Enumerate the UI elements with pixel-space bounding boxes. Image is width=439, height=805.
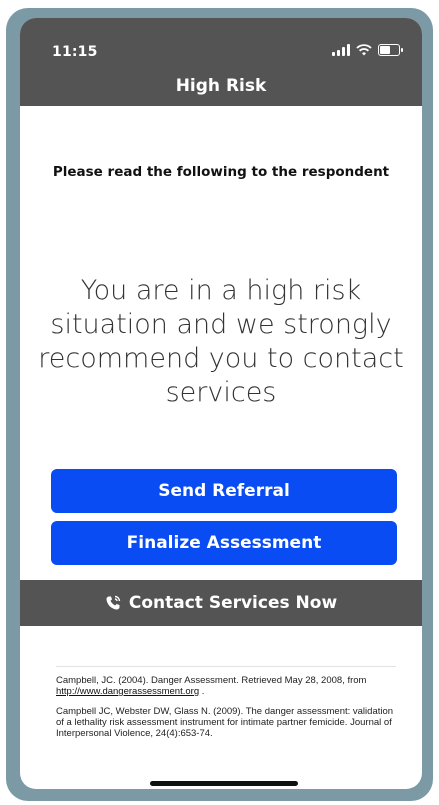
signal-bars-icon [332,44,350,56]
top-bar: 11:15 High Risk [20,18,422,106]
risk-warning-text: You are in a high risk situation and we … [38,275,404,408]
divider [56,666,396,667]
status-icons [332,44,403,56]
reference-item: Campbell, JC. (2004). Danger Assessment.… [56,675,396,697]
wifi-icon [356,44,372,56]
instruction-text: Please read the following to the respond… [52,164,390,180]
references: Campbell, JC. (2004). Danger Assessment.… [56,675,396,748]
page-frame: 11:15 High Risk Please read the followin… [0,0,439,805]
phone-screen: 11:15 High Risk Please read the followin… [20,18,422,789]
status-time: 11:15 [52,44,98,60]
page-title: High Risk [175,76,267,96]
send-referral-button[interactable]: Send Referral [51,469,397,513]
phone-icon [106,595,121,610]
reference-text: Campbell, JC. (2004). Danger Assessment.… [56,675,367,686]
finalize-assessment-button[interactable]: Finalize Assessment [51,521,397,565]
contact-services-label: Contact Services Now [128,593,338,613]
contact-services-button[interactable]: Contact Services Now [20,580,422,626]
reference-text: Campbell JC, Webster DW, Glass N. (2009)… [56,706,394,739]
reference-link[interactable]: http://www.dangerassessment.org [56,686,199,697]
home-indicator[interactable] [150,781,298,786]
reference-text-end: . [199,686,205,697]
reference-item: Campbell JC, Webster DW, Glass N. (2009)… [56,706,396,739]
battery-icon [378,44,403,56]
